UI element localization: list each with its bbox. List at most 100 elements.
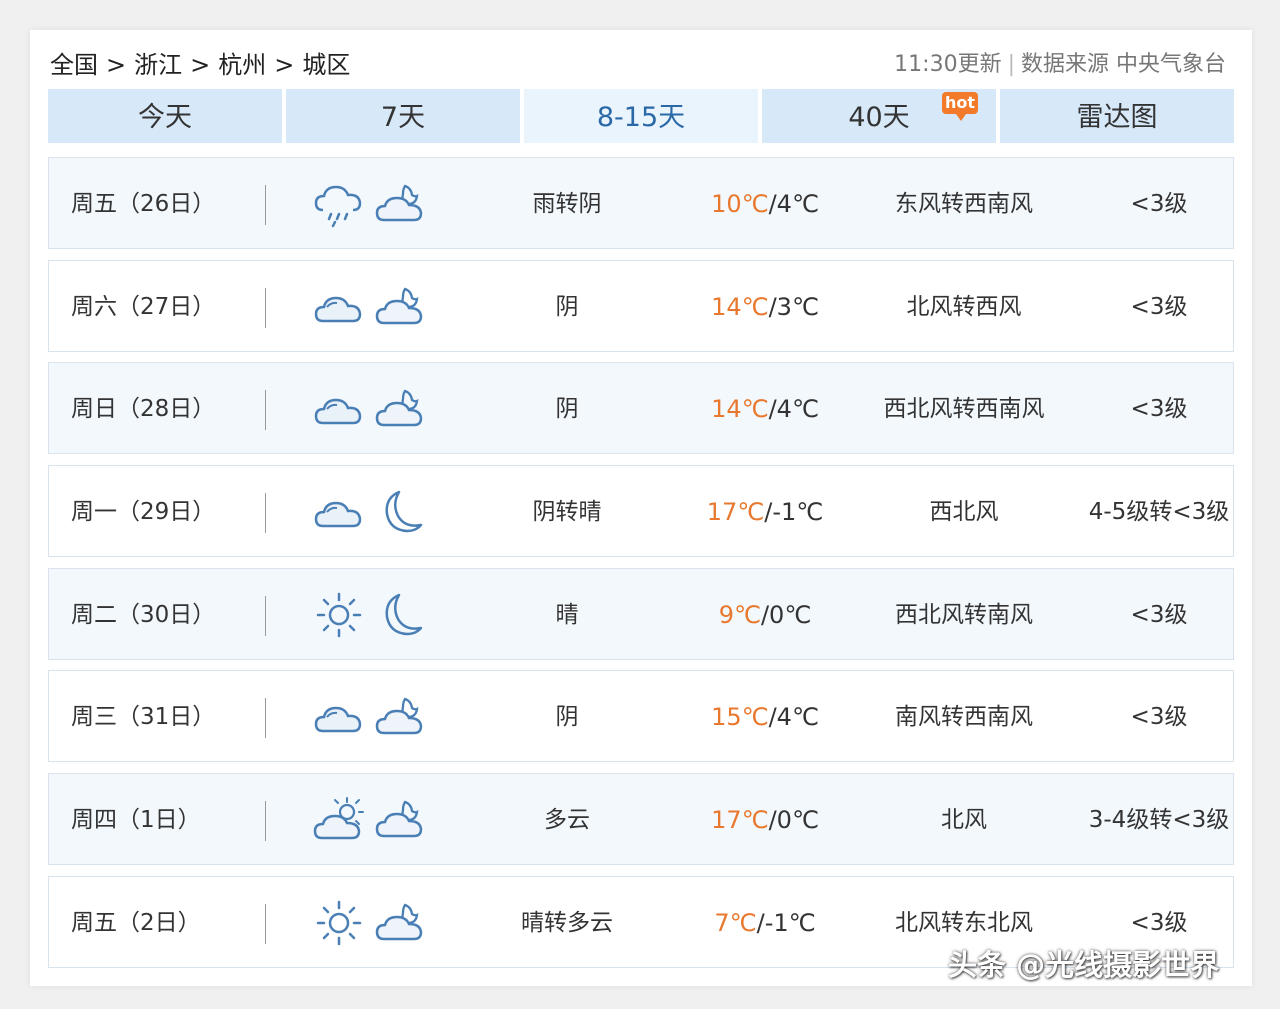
wind-direction: 西北风 <box>929 499 999 526</box>
moon-icon <box>375 488 427 536</box>
temperature-slash: / <box>768 703 777 732</box>
high-temperature: 17℃ <box>706 498 765 527</box>
wind-direction: 西北风转南风 <box>895 601 1033 628</box>
breadcrumb-separator: > <box>274 51 295 79</box>
high-temperature: 15℃ <box>711 703 769 732</box>
low-temperature: 0℃ <box>776 806 819 835</box>
rain-cloud-icon <box>313 180 365 228</box>
temperature-slash: / <box>768 395 777 424</box>
high-temperature: 14℃ <box>711 292 769 321</box>
weather-description: 阴 <box>555 396 579 423</box>
row-divider <box>265 903 266 944</box>
wind-level: <3级 <box>1130 293 1188 320</box>
update-time: 11:30更新 <box>894 52 1002 77</box>
temperature-slash: / <box>768 190 777 218</box>
temperature-slash: / <box>756 908 765 937</box>
cloud-moon-icon <box>375 899 427 947</box>
wind-level: <3级 <box>1130 191 1188 217</box>
cloud-moon-icon <box>375 796 427 844</box>
breadcrumb-item-country[interactable]: 全国 <box>50 51 98 79</box>
wind-direction: 西北风转西南风 <box>883 396 1045 423</box>
cloud-icon <box>313 385 365 433</box>
row-divider <box>265 287 266 328</box>
weather-description: 阴 <box>555 704 579 731</box>
low-temperature: -1℃ <box>772 498 824 527</box>
wind-direction: 东风转西南风 <box>895 191 1033 217</box>
forecast-day: 周五（26日） <box>71 191 216 217</box>
forecast-row: 周三（31日） 阴 15℃/4℃ 南风转西南风 <3级 <box>48 670 1234 763</box>
wind-level: 4-5级转<3级 <box>1088 499 1230 526</box>
data-source: 数据来源 中央气象台 <box>1021 52 1226 77</box>
temperature-range: 14℃/3℃ <box>667 261 863 353</box>
weather-description: 多云 <box>544 807 590 834</box>
temperature-range: 14℃/4℃ <box>667 363 863 455</box>
low-temperature: 3℃ <box>776 292 819 321</box>
cloud-moon-icon <box>375 180 427 228</box>
sun-icon <box>313 899 365 947</box>
breadcrumb-separator: > <box>106 51 127 79</box>
temperature-slash: / <box>760 600 770 629</box>
temperature-slash: / <box>768 292 777 321</box>
forecast-day: 周四（1日） <box>71 807 201 834</box>
cloud-moon-icon <box>375 283 427 331</box>
cloud-moon-icon <box>375 693 427 741</box>
high-temperature: 14℃ <box>711 395 769 424</box>
weather-description: 阴转晴 <box>532 499 602 526</box>
watermark: 头条 @光线摄影世界 <box>948 948 1220 982</box>
cloud-icon <box>313 283 365 331</box>
wind-level: <3级 <box>1130 601 1188 628</box>
hot-badge: hot <box>942 92 978 121</box>
breadcrumb-separator: > <box>190 51 211 79</box>
weather-description: 晴转多云 <box>521 909 613 936</box>
temperature-range: 17℃/-1℃ <box>667 466 863 558</box>
low-temperature: 4℃ <box>776 703 819 732</box>
forecast-day: 周三（31日） <box>71 704 216 731</box>
cloud-sun-icon <box>313 796 365 844</box>
high-temperature: 9℃ <box>718 600 761 629</box>
row-divider <box>265 698 266 739</box>
low-temperature: -1℃ <box>764 908 816 937</box>
weather-description: 雨转阴 <box>532 191 602 217</box>
row-divider <box>265 185 266 225</box>
update-info: 11:30更新 | 数据来源 中央气象台 <box>894 46 1226 84</box>
temperature-range: 9℃/0℃ <box>667 569 863 661</box>
temperature-range: 17℃/0℃ <box>667 774 863 866</box>
forecast-row: 周日（28日） 阴 14℃/4℃ 西北风转西南风 <3级 <box>48 362 1234 455</box>
forecast-day: 周二（30日） <box>71 601 216 628</box>
row-divider <box>265 595 266 636</box>
meta-divider: | <box>1007 52 1015 77</box>
tab-7-days[interactable]: 7天 <box>286 89 520 143</box>
top-bar: 全国 > 浙江 > 杭州 > 城区 11:30更新 | 数据来源 中央气象台 <box>50 46 1230 84</box>
forecast-row: 周二（30日） 晴 9℃/0℃ 西北风转南风 <3级 <box>48 567 1234 661</box>
wind-direction: 北风 <box>941 807 987 834</box>
weather-description: 晴 <box>555 601 579 628</box>
forecast-day: 周一（29日） <box>71 499 216 526</box>
row-divider <box>265 390 266 431</box>
moon-icon <box>375 591 427 639</box>
forecast-day: 周六（27日） <box>71 293 216 320</box>
cloud-icon <box>313 693 365 741</box>
forecast-row: 周五（26日） 雨转阴 10℃/4℃ 东风转西南风 <3级 <box>48 157 1234 249</box>
row-divider <box>265 801 266 842</box>
tab-8-15-days[interactable]: 8-15天 <box>524 89 758 143</box>
forecast-row: 周一（29日） 阴转晴 17℃/-1℃ 西北风 4-5级转<3级 <box>48 465 1234 558</box>
row-divider <box>265 493 266 534</box>
forecast-day: 周五（2日） <box>71 909 201 936</box>
sun-icon <box>313 591 365 639</box>
wind-direction: 南风转西南风 <box>895 704 1033 731</box>
breadcrumb-item-city[interactable]: 杭州 <box>218 51 266 79</box>
temperature-range: 15℃/4℃ <box>667 671 863 763</box>
tab-today[interactable]: 今天 <box>48 89 282 143</box>
breadcrumb-item-province[interactable]: 浙江 <box>134 51 182 79</box>
tab-radar[interactable]: 雷达图 <box>1000 89 1234 143</box>
temperature-slash: / <box>768 806 777 835</box>
forecast-row: 周六（27日） 阴 14℃/3℃ 北风转西风 <3级 <box>48 259 1234 353</box>
forecast-row: 周四（1日） 多云 17℃/0℃ 北风 3-4级转<3级 <box>48 773 1234 866</box>
forecast-list: 周五（26日） 雨转阴 10℃/4℃ 东风转西南风 <3级 周六（27日） 阴 … <box>48 157 1234 979</box>
wind-level: <3级 <box>1130 704 1188 731</box>
forecast-day: 周日（28日） <box>71 396 216 423</box>
wind-level: 3-4级转<3级 <box>1088 807 1230 834</box>
temperature-range: 10℃/4℃ <box>667 158 863 250</box>
weather-description: 阴 <box>555 293 579 320</box>
high-temperature: 10℃ <box>711 190 769 218</box>
